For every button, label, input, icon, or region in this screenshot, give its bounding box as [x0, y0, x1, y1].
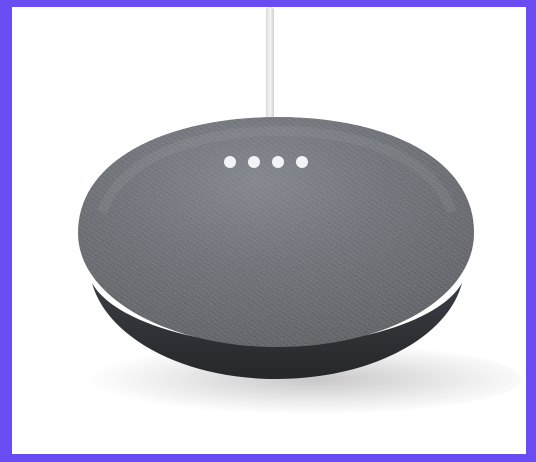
- image-frame: [0, 0, 536, 462]
- speaker-illustration: [62, 7, 522, 415]
- led-dot: [272, 156, 284, 168]
- fabric-texture: [78, 117, 474, 347]
- power-cable: [266, 7, 274, 119]
- led-dot: [224, 156, 236, 168]
- led-dot: [248, 156, 260, 168]
- led-dot: [296, 156, 308, 168]
- image-canvas: [12, 7, 526, 454]
